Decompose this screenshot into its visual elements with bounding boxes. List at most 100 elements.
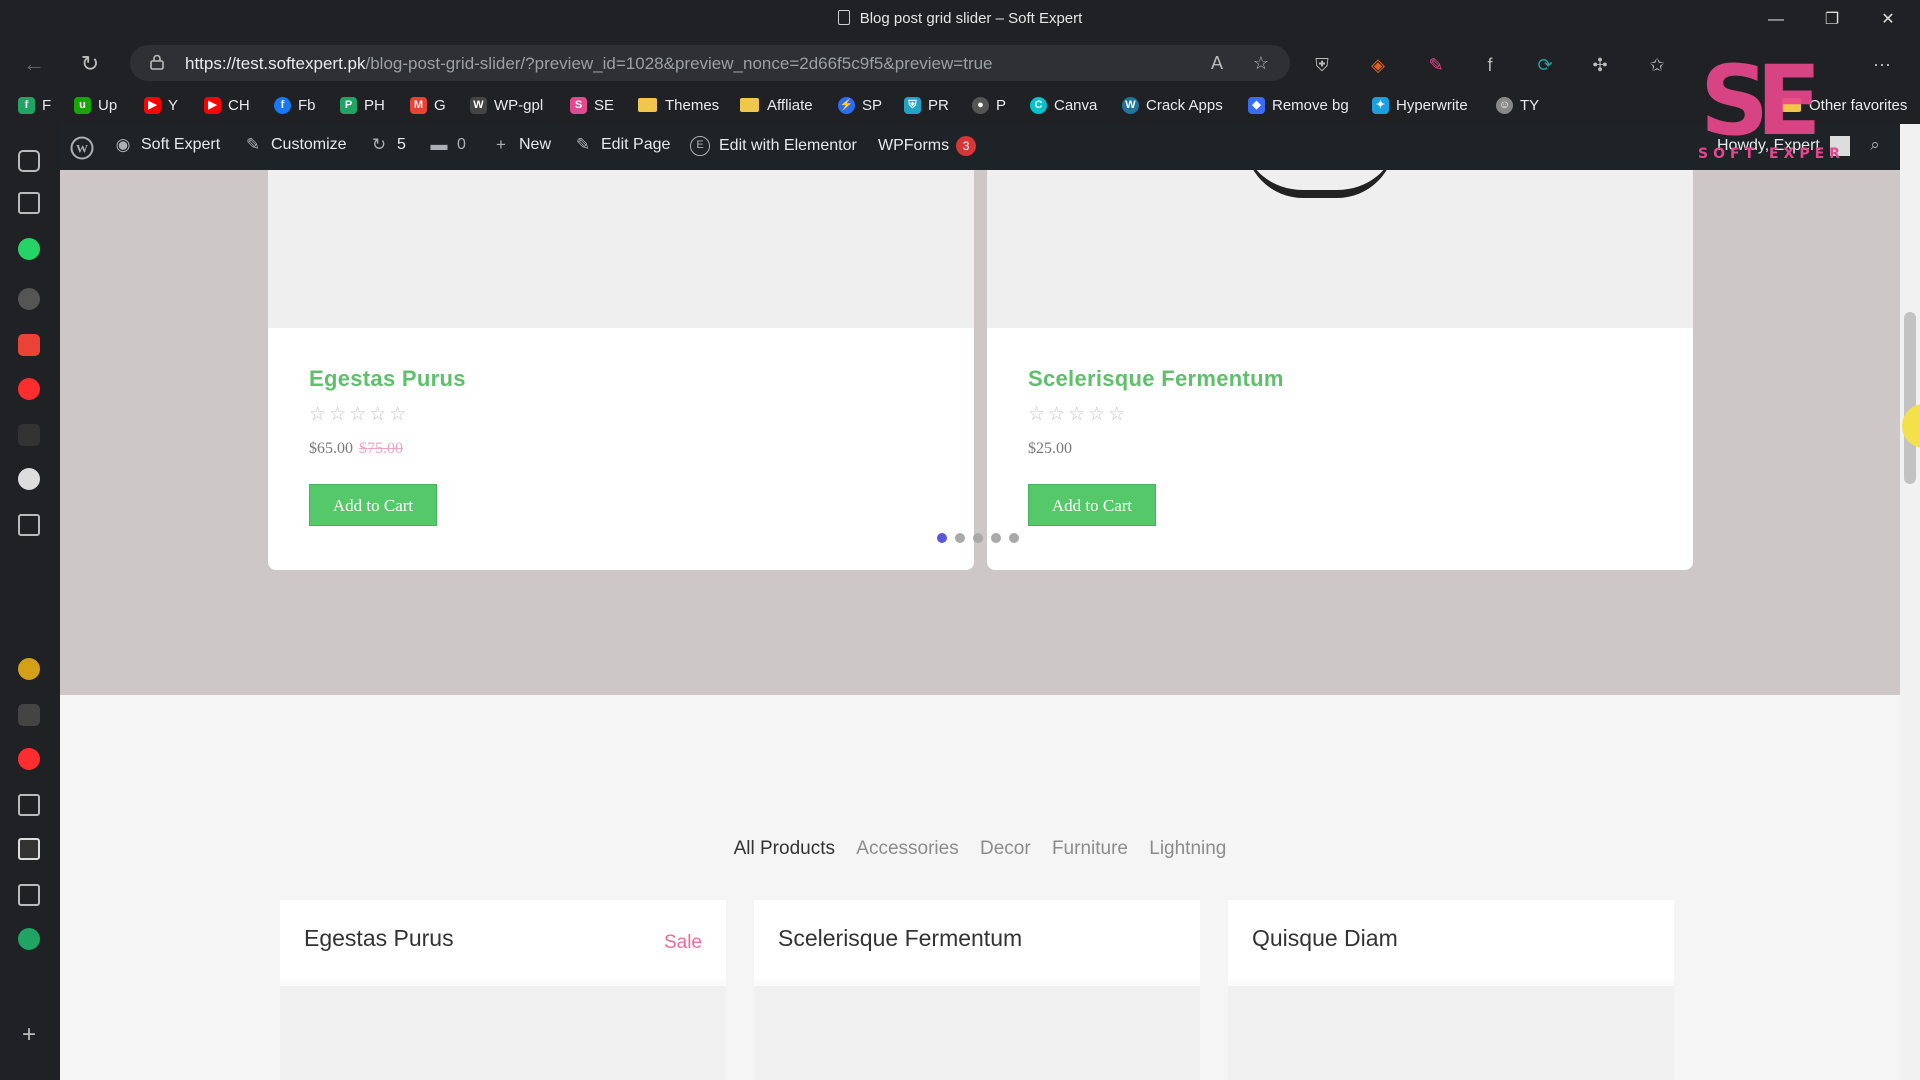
bookmark-ty[interactable]: ☺ TY [1496,94,1539,116]
tab-lightning[interactable]: Lightning [1149,838,1226,859]
pen-extension-icon[interactable]: ✎ [1424,53,1448,77]
url-host: https://test.softexpert.pk [185,54,366,73]
product-card[interactable]: Scelerisque Fermentum [754,900,1200,1080]
bookmark-label: WP-gpl [494,96,544,114]
brush-icon: ✎ [245,135,261,154]
minimize-button[interactable]: — [1756,6,1796,34]
product-title[interactable]: Scelerisque Fermentum [1028,366,1284,392]
bookmark-label: F [42,96,52,114]
edit-page-link[interactable]: ✎ Edit Page [574,136,671,154]
more-menu-icon[interactable]: ⋯ [1870,53,1894,77]
collections-icon[interactable] [18,192,40,214]
comments-link[interactable]: ▬ 0 [430,136,466,154]
gmail-icon[interactable] [18,334,40,356]
trophy-icon[interactable] [18,658,40,680]
app-icon[interactable] [18,704,40,726]
site-name-link[interactable]: ◉ Soft Expert [114,136,221,154]
tab-furniture[interactable]: Furniture [1052,838,1128,859]
shield-extension-icon[interactable]: ⛨ [1310,53,1334,77]
bookmark-fb[interactable]: f Fb [274,94,316,116]
product-filter-tabs: All Products Accessories Decor Furniture… [60,838,1900,860]
lock-icon [150,54,164,70]
slider-dot[interactable] [937,533,947,543]
slider-dot[interactable] [955,533,965,543]
app-icon[interactable] [18,288,40,310]
tab-accessories[interactable]: Accessories [856,838,958,859]
youtube-icon: ▶ [204,96,221,114]
extensions-puzzle-icon[interactable]: ✣ [1588,53,1612,77]
admin-search-icon[interactable]: ⌕ [1866,136,1893,154]
edit-with-elementor-link[interactable]: E Edit with Elementor [690,136,857,156]
product-image[interactable] [280,986,726,1080]
bookmark-f[interactable]: fF [18,94,51,116]
bookmark-y[interactable]: ▶ Y [144,94,178,116]
bookmark-pr[interactable]: ⛨ PR [904,94,949,116]
page-icon[interactable] [18,884,40,906]
reload-button[interactable]: ↻ [74,48,106,80]
canva-icon: C [1030,96,1047,114]
bookmark-hyperwrite[interactable]: ✦ Hyperwrite [1372,94,1468,116]
bookmark-wp-gpl[interactable]: W WP-gpl [470,94,543,116]
page-scrollbar[interactable] [1900,124,1920,1080]
favorite-star-icon[interactable]: ☆ [1250,52,1272,74]
page-icon[interactable] [18,794,40,816]
bookmark-g[interactable]: MG [410,94,446,116]
tab-decor[interactable]: Decor [980,838,1031,859]
bookmark-folder-themes[interactable]: Themes [638,94,719,116]
page-icon-active[interactable] [18,838,40,860]
font-extension-icon[interactable]: f [1478,53,1502,77]
whatsapp-icon[interactable] [18,238,40,260]
product-card[interactable]: Egestas Purus Sale [280,900,726,1080]
app-icon[interactable] [18,928,40,950]
slider-dot[interactable] [1009,533,1019,543]
folder-icon [638,98,657,112]
back-button[interactable]: ← [18,48,50,80]
wpforms-link[interactable]: WPForms 3 [878,136,977,156]
bookmark-canva[interactable]: C Canva [1030,94,1097,116]
scrollbar-thumb[interactable] [1904,312,1916,484]
product-card[interactable]: Quisque Diam [1228,900,1674,1080]
product-image[interactable] [1228,986,1674,1080]
pr-app-icon[interactable] [18,424,40,446]
page-icon[interactable] [18,514,40,536]
product-name[interactable]: Quisque Diam [1252,925,1398,952]
close-button[interactable]: ✕ [1868,6,1908,34]
extension-icon[interactable]: ◈ [1366,53,1390,77]
tab-all-products[interactable]: All Products [734,838,835,859]
product-name[interactable]: Egestas Purus [304,925,454,952]
bookmark-remove-bg[interactable]: ◆ Remove bg [1248,94,1349,116]
bookmark-up[interactable]: u Up [74,94,117,116]
tabs-icon[interactable] [18,150,40,172]
slider-dot[interactable] [973,533,983,543]
bookmark-se[interactable]: S SE [570,94,614,116]
bookmark-crack-apps[interactable]: W Crack Apps [1122,94,1223,116]
favorites-icon[interactable]: ✩ [1645,53,1669,77]
bookmark-p[interactable]: ● P [972,94,1006,116]
youtube-icon[interactable] [18,748,40,770]
add-to-cart-button[interactable]: Add to Cart [309,484,437,526]
restore-button[interactable]: ❐ [1812,6,1852,34]
circle-app-icon[interactable] [18,468,40,490]
window-title-text: Blog post grid slider – Soft Expert [859,10,1083,27]
slider-dot[interactable] [991,533,1001,543]
product-title[interactable]: Egestas Purus [309,366,466,392]
youtube-icon[interactable] [18,378,40,400]
bookmark-sp[interactable]: ⚡ SP [838,94,882,116]
sale-price: $25.00 [1028,440,1072,457]
read-aloud-icon[interactable]: A [1206,52,1228,74]
address-bar[interactable]: https://test.softexpert.pk/blog-post-gri… [130,45,1290,81]
bookmark-ch[interactable]: ▶ CH [204,94,250,116]
product-image[interactable] [754,986,1200,1080]
updates-link[interactable]: ↻ 5 [370,136,406,154]
sync-extension-icon[interactable]: ⟳ [1533,53,1557,77]
product-image[interactable] [268,170,974,328]
bookmark-ph[interactable]: P PH [340,94,385,116]
bookmark-folder-affliate[interactable]: Affliate [740,94,813,116]
customize-link[interactable]: ✎ Customize [244,136,347,154]
add-to-cart-button[interactable]: Add to Cart [1028,484,1156,526]
new-content-link[interactable]: + New [492,136,551,154]
product-name[interactable]: Scelerisque Fermentum [778,925,1022,952]
youtube-icon: ▶ [144,96,161,114]
wordpress-logo[interactable]: W [70,136,94,160]
add-icon[interactable]: + [18,1023,40,1047]
